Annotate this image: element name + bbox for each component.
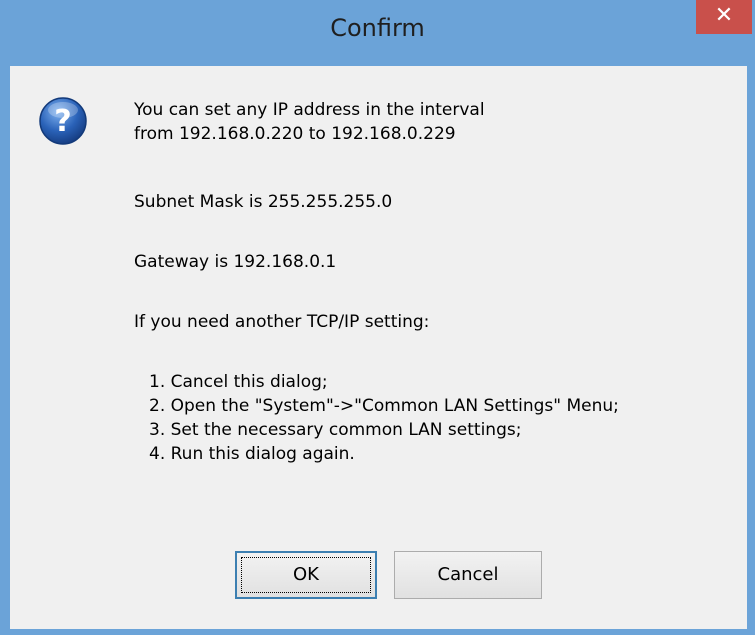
- cancel-button[interactable]: Cancel: [394, 551, 542, 599]
- dialog-title: Confirm: [330, 14, 425, 42]
- ok-button[interactable]: OK: [235, 551, 377, 599]
- step-item: 1. Cancel this dialog;: [149, 372, 328, 392]
- message-line: Gateway is 192.168.0.1: [134, 252, 337, 272]
- message-line: You can set any IP address in the interv…: [134, 100, 485, 120]
- focus-rectangle: [241, 557, 371, 593]
- confirm-dialog: Confirm ✕ ? You can set any IP address i…: [0, 0, 755, 635]
- dialog-body: ? You can set any IP address in the inte…: [10, 66, 747, 629]
- close-button[interactable]: ✕: [696, 0, 752, 34]
- step-item: 4. Run this dialog again.: [149, 444, 355, 464]
- cancel-button-label: Cancel: [437, 564, 499, 585]
- close-icon: ✕: [714, 3, 734, 28]
- message-line: If you need another TCP/IP setting:: [134, 312, 430, 332]
- question-icon: ?: [39, 97, 87, 145]
- title-bar[interactable]: Confirm ✕: [0, 0, 755, 66]
- message-line: Subnet Mask is 255.255.255.0: [134, 192, 393, 212]
- step-item: 2. Open the "System"->"Common LAN Settin…: [149, 396, 619, 416]
- message-line: from 192.168.0.220 to 192.168.0.229: [134, 124, 456, 144]
- svg-text:?: ?: [54, 104, 71, 139]
- step-item: 3. Set the necessary common LAN settings…: [149, 420, 522, 440]
